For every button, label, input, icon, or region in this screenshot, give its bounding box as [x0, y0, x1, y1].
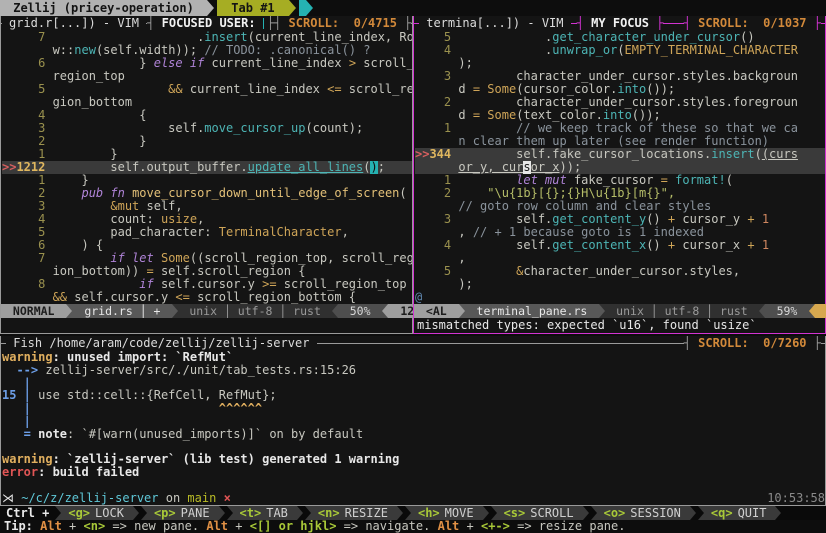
pane-terminal-pane-rs[interactable]: termina[...]) - VIM ┤ MY FOCUS ├ ┤ SCROL… — [413, 16, 826, 334]
clock-text: 10:53:58 — [767, 492, 825, 505]
terminal-row: 5 &character_under_cursor.styles, — [415, 265, 825, 278]
bracket-icon: ┤ — [577, 16, 584, 31]
terminal-row: error: build failed — [2, 466, 825, 479]
bracket-icon: ├ — [814, 16, 821, 31]
pane-title: termina[...]) - VIM — [419, 16, 571, 31]
terminal-row: ); — [415, 278, 825, 291]
terminal-row: @ — [415, 291, 825, 304]
terminal-row: --> zellij-server/src/./unit/tab_tests.r… — [2, 364, 825, 377]
bracket-icon: ├ — [814, 336, 821, 351]
ctrl-prefix-label: Ctrl + — [0, 506, 55, 520]
bracket-icon: ┤ — [684, 336, 691, 351]
pane-title: grid.r[...]) - VIM — [2, 16, 147, 31]
keybar-hint-tab: <t>TAB — [227, 506, 297, 520]
tip-text: Tip: Alt + <n> => new pane. Alt + <[] or… — [4, 519, 625, 533]
pane-title-row: Fish /home/aram/code/zellij/zellij-serve… — [1, 336, 825, 351]
keybar-hint-scroll: <s>SCROLL — [491, 506, 583, 520]
terminal-row: warning: unused import: `RefMut` — [2, 351, 825, 364]
new-tab-marker — [299, 0, 306, 16]
keybar-hint-pane: <p>PANE — [141, 506, 219, 520]
file-meta-indicator: unix │ utf-8 │ rust — [605, 304, 758, 318]
scroll-percent-indicator: 50% — [338, 304, 383, 318]
filename-indicator: grid.rs │ + — [72, 304, 172, 318]
powerline-arrow-icon — [207, 0, 214, 16]
vim-statusline: NORMAL grid.rs │ + unix │ utf-8 │ rust 5… — [1, 304, 412, 318]
pane-title: Fish /home/aram/code/zellij/zellij-serve… — [6, 336, 317, 351]
vim-cmdline — [1, 318, 412, 333]
tab-bar: Zellij (pricey-operation) Tab #1 — [0, 0, 826, 16]
keybar-hint-quit: <q>QUIT — [698, 506, 776, 520]
remote-user-cursor — [263, 18, 264, 29]
bracket-icon: ├ — [656, 16, 663, 31]
bracket-icon: ┤ — [274, 16, 281, 31]
terminal-row — [2, 479, 825, 492]
session-name-badge: Zellij (pricey-operation) — [0, 0, 207, 16]
pane-grid-rs[interactable]: grid.r[...]) - VIM ┤ FOCUSED USER: ├ ┤ S… — [0, 16, 413, 334]
bottom-pane-wrap: Fish /home/aram/code/zellij/zellij-serve… — [0, 336, 826, 506]
scroll-indicator: SCROLL: 0/7260 — [691, 336, 814, 351]
shell-output[interactable]: warning: unused import: `RefMut` --> zel… — [1, 351, 825, 505]
vim-buffer-grid-rs[interactable]: 7 .insert(current_line_index, Ro w::new(… — [1, 31, 412, 304]
focused-user-badge: FOCUSED USER: — [154, 16, 262, 31]
pane-row: grid.r[...]) - VIM ┤ FOCUSED USER: ├ ┤ S… — [0, 16, 826, 334]
terminal-row: = note: `#[warn(unused_imports)]` on by … — [2, 428, 825, 441]
keybar-hint-lock: <g>LOCK — [55, 506, 133, 520]
terminal-row: 4 .unwrap_or(EMPTY_TERMINAL_CHARACTER — [415, 44, 825, 57]
vim-statusline: <AL terminal_pane.rs unix │ utf-8 │ rust… — [414, 304, 825, 318]
keybar-hint-move: <h>MOVE — [405, 506, 483, 520]
vim-buffer-terminal-pane-rs[interactable]: 5 .get_character_under_cursor() 4 .unwra… — [414, 31, 825, 304]
terminal-row: && self.cursor.y <= scroll_region_bottom… — [2, 291, 412, 304]
border-line — [663, 23, 683, 24]
border-line — [821, 343, 825, 344]
my-focus-badge: MY FOCUS — [584, 16, 656, 31]
keybar-items: <g>LOCK <p>PANE <t>TAB <n>RESIZE <h>MOVE <s>S… — [55, 506, 783, 520]
scroll-indicator: SCROLL: 0/1037 — [691, 16, 814, 31]
scroll-indicator: SCROLL: 0/4715 — [281, 16, 404, 31]
tab-1[interactable]: Tab #1 — [217, 0, 289, 16]
keybinding-bar: Ctrl + <g>LOCK <p>PANE <t>TAB <n>RESIZE <h>M… — [0, 506, 826, 520]
bracket-icon: ├ — [404, 16, 411, 31]
border-line — [317, 343, 684, 344]
ale-error-message: mismatched types: expected `u16`, found … — [414, 318, 825, 333]
keybar-hint-session: <o>SESSION — [591, 506, 690, 520]
powerline-arrow-icon — [306, 0, 313, 16]
pane-title-row: termina[...]) - VIM ┤ MY FOCUS ├ ┤ SCROL… — [414, 16, 825, 31]
border-line — [411, 23, 412, 24]
bracket-icon: ┤ — [147, 16, 154, 31]
terminal-row: ⋊ ~/c/z/zellij-server on main ×10:53:58 — [2, 492, 825, 505]
border-line — [821, 23, 825, 24]
bracket-icon: ├ — [267, 16, 274, 31]
terminal-row: 4 self.get_content_x() + cursor_x + 1 — [415, 239, 825, 252]
cursor-position-indicator: 344:56 — [815, 304, 826, 318]
powerline-arrow-icon — [289, 0, 296, 16]
file-meta-indicator: unix │ utf-8 │ rust — [178, 304, 331, 318]
terminal-row: | ^^^^^^ — [2, 402, 825, 415]
filename-indicator: terminal_pane.rs — [465, 304, 600, 318]
scroll-percent-indicator: 59% — [765, 304, 810, 318]
vim-mode-indicator: NORMAL — [1, 304, 66, 318]
pane-title-row: grid.r[...]) - VIM ┤ FOCUSED USER: ├ ┤ S… — [1, 16, 412, 31]
terminal-row: | — [2, 415, 825, 428]
bracket-icon: ┤ — [684, 16, 691, 31]
vim-mode-indicator: <AL — [414, 304, 459, 318]
pane-fish-terminal[interactable]: Fish /home/aram/code/zellij/zellij-serve… — [0, 336, 826, 506]
keybar-hint-resize: <n>RESIZE — [305, 506, 397, 520]
tip-bar: Tip: Alt + <n> => new pane. Alt + <[] or… — [0, 520, 826, 533]
